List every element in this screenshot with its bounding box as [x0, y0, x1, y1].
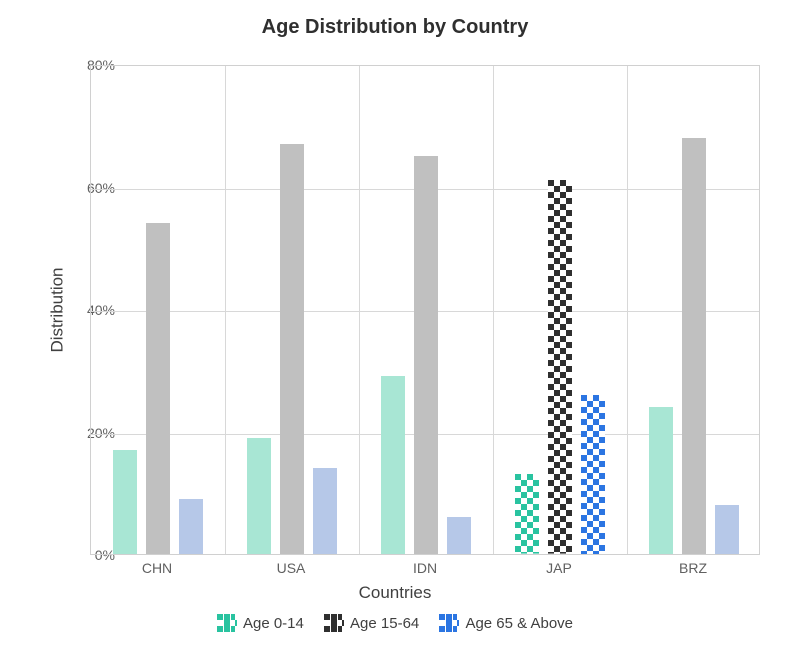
legend: Age 0-14 Age 15-64 Age 65 & Above — [0, 614, 790, 636]
legend-label-age-65-above: Age 65 & Above — [465, 615, 573, 632]
bar-usa-age-65-above[interactable] — [313, 468, 337, 554]
x-axis-label: Countries — [0, 583, 790, 603]
bar-usa-age-0-14[interactable] — [247, 438, 271, 554]
legend-label-age-15-64: Age 15-64 — [350, 615, 419, 632]
legend-swatch-age-65-above — [439, 614, 459, 632]
gridline-v-4 — [627, 66, 628, 554]
x-tick-chn: CHN — [107, 560, 207, 576]
gridline-v-3 — [493, 66, 494, 554]
gridline-v-1 — [225, 66, 226, 554]
legend-label-age-0-14: Age 0-14 — [243, 615, 304, 632]
bar-idn-age-15-64[interactable] — [414, 156, 438, 554]
legend-item-age-65-above[interactable]: Age 65 & Above — [439, 614, 573, 632]
plot-area[interactable] — [90, 65, 760, 555]
bar-idn-age-0-14[interactable] — [381, 376, 405, 554]
bar-jap-age-65-above[interactable] — [581, 395, 605, 554]
bar-idn-age-65-above[interactable] — [447, 517, 471, 554]
x-tick-usa: USA — [241, 560, 341, 576]
legend-swatch-age-15-64 — [324, 614, 344, 632]
bar-brz-age-0-14[interactable] — [649, 407, 673, 554]
bar-chn-age-65-above[interactable] — [179, 499, 203, 554]
bar-usa-age-15-64[interactable] — [280, 144, 304, 554]
legend-swatch-age-0-14 — [217, 614, 237, 632]
legend-item-age-0-14[interactable]: Age 0-14 — [217, 614, 304, 632]
bar-chn-age-0-14[interactable] — [113, 450, 137, 554]
bar-jap-age-15-64[interactable] — [548, 180, 572, 554]
x-tick-brz: BRZ — [643, 560, 743, 576]
bar-chn-age-15-64[interactable] — [146, 223, 170, 554]
legend-item-age-15-64[interactable]: Age 15-64 — [324, 614, 419, 632]
chart-title: Age Distribution by Country — [0, 16, 790, 39]
x-tick-jap: JAP — [509, 560, 609, 576]
x-tick-idn: IDN — [375, 560, 475, 576]
chart-container: Age Distribution by Country Distribution… — [0, 0, 790, 667]
gridline-v-2 — [359, 66, 360, 554]
bar-brz-age-15-64[interactable] — [682, 138, 706, 555]
bar-brz-age-65-above[interactable] — [715, 505, 739, 554]
bar-jap-age-0-14[interactable] — [515, 474, 539, 554]
